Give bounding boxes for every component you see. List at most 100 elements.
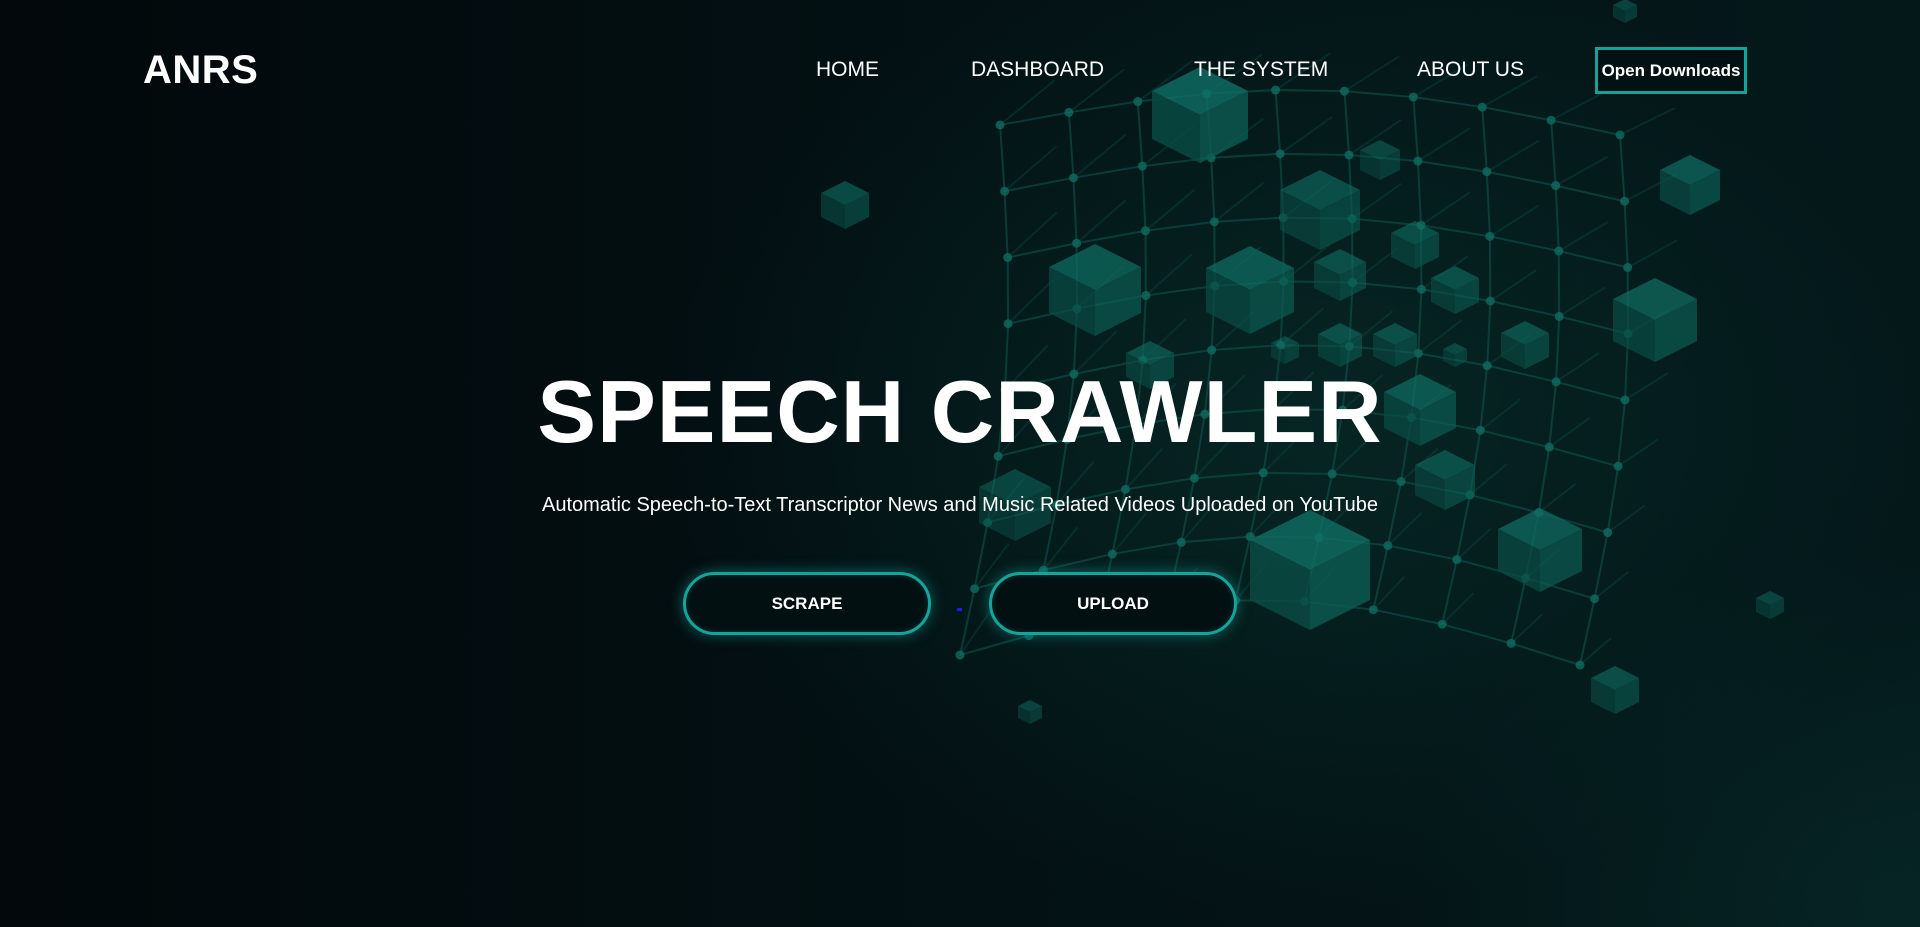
floating-cube	[1018, 700, 1042, 724]
network-node	[1396, 477, 1406, 487]
network-edge	[1067, 112, 1075, 178]
network-node	[970, 584, 980, 594]
network-node	[1064, 107, 1074, 117]
network-edge	[1555, 184, 1625, 203]
network-node	[1137, 161, 1147, 171]
network-edge	[1280, 152, 1350, 156]
nav-about-us[interactable]: ABOUT US	[1417, 58, 1524, 82]
network-edge	[1510, 642, 1581, 666]
network-edge	[1420, 191, 1471, 227]
network-edge	[1211, 152, 1281, 159]
network-node	[1620, 196, 1630, 206]
network-edge	[1003, 145, 1058, 193]
network-node	[1590, 594, 1600, 604]
brand-logo[interactable]: ANRS	[143, 48, 258, 93]
hero-subtitle: Automatic Speech-to-Text Transcriptor Ne…	[541, 494, 1379, 516]
network-edge	[1486, 170, 1556, 187]
open-downloads-button[interactable]: Open Downloads	[1595, 47, 1747, 94]
network-node	[1120, 484, 1130, 494]
network-edge	[1181, 535, 1251, 544]
network-edge	[999, 79, 1056, 126]
floating-cube	[1250, 510, 1370, 630]
network-edge	[1486, 300, 1492, 366]
network-edge	[1441, 559, 1458, 625]
network-edge	[1489, 235, 1559, 252]
network-node	[1327, 469, 1337, 479]
network-edge	[1469, 463, 1508, 496]
network-edge	[1558, 221, 1609, 252]
floating-cube	[1391, 221, 1439, 269]
upload-button[interactable]: UPLOAD	[989, 572, 1237, 635]
network-edge	[1073, 165, 1143, 179]
network-edge	[1485, 171, 1491, 237]
network-edge	[999, 111, 1070, 126]
network-node	[1207, 345, 1217, 355]
network-node	[1506, 638, 1516, 648]
network-edge	[1550, 120, 1557, 186]
network-edge	[999, 124, 1006, 192]
network-edge	[1136, 101, 1144, 167]
network-edge	[1554, 185, 1560, 252]
network-edge	[1003, 191, 1009, 258]
network-edge	[1194, 471, 1264, 480]
network-node	[1408, 92, 1418, 102]
network-node	[1140, 226, 1150, 236]
network-edge	[1481, 106, 1488, 172]
nav-the-system[interactable]: THE SYSTEM	[1194, 58, 1328, 82]
network-node	[995, 120, 1005, 130]
network-node	[1452, 555, 1462, 565]
network-edge	[1214, 216, 1284, 223]
network-edge	[1263, 471, 1333, 475]
network-node	[1141, 290, 1151, 300]
network-node	[1603, 528, 1613, 537]
network-edge	[1387, 544, 1457, 561]
floating-cube	[821, 181, 869, 229]
floating-cube	[1443, 343, 1467, 367]
network-node	[1344, 150, 1354, 160]
network-node	[1575, 660, 1585, 670]
network-edge	[1344, 90, 1414, 99]
network-edge	[1619, 107, 1676, 136]
nav-home[interactable]: HOME	[816, 58, 879, 82]
network-node	[1368, 605, 1378, 615]
floating-cube	[1373, 323, 1417, 367]
network-edge	[1279, 116, 1333, 155]
network-edge	[1072, 177, 1078, 244]
floating-cube	[1314, 249, 1366, 301]
network-node	[1546, 115, 1556, 125]
network-edge	[1075, 199, 1127, 244]
network-edge	[1343, 55, 1400, 93]
floating-cube	[1613, 0, 1637, 23]
network-node	[1485, 231, 1495, 241]
network-edge	[1441, 592, 1474, 625]
floating-cube	[1360, 140, 1400, 180]
network-node	[1000, 186, 1010, 196]
floating-cube	[1756, 591, 1784, 619]
network-cube-background	[821, 0, 1784, 724]
network-edge	[1413, 96, 1483, 109]
floating-cube	[1591, 666, 1639, 714]
nav-dashboard[interactable]: DASHBOARD	[971, 58, 1104, 82]
network-edge	[1210, 157, 1216, 222]
network-node	[1437, 619, 1447, 629]
network-node	[1485, 296, 1495, 306]
network-edge	[1441, 623, 1512, 645]
network-edge	[1619, 134, 1626, 202]
floating-cube	[1318, 323, 1362, 367]
network-node	[1416, 284, 1426, 294]
network-edge	[1627, 239, 1678, 269]
network-edge	[1486, 139, 1540, 173]
network-edge	[1112, 541, 1182, 555]
scrape-button[interactable]: SCRAPE	[683, 572, 931, 635]
network-node	[1003, 253, 1013, 262]
hero-title: SPEECH CRAWLER	[537, 362, 1383, 461]
network-edge	[1332, 472, 1402, 483]
network-node	[1339, 86, 1349, 96]
decorative-dot	[957, 608, 962, 611]
network-edge	[1372, 545, 1389, 610]
network-edge	[1076, 229, 1146, 245]
network-node	[1209, 217, 1219, 227]
network-node	[955, 650, 965, 660]
network-node	[1413, 156, 1423, 166]
network-edge	[1213, 182, 1264, 223]
